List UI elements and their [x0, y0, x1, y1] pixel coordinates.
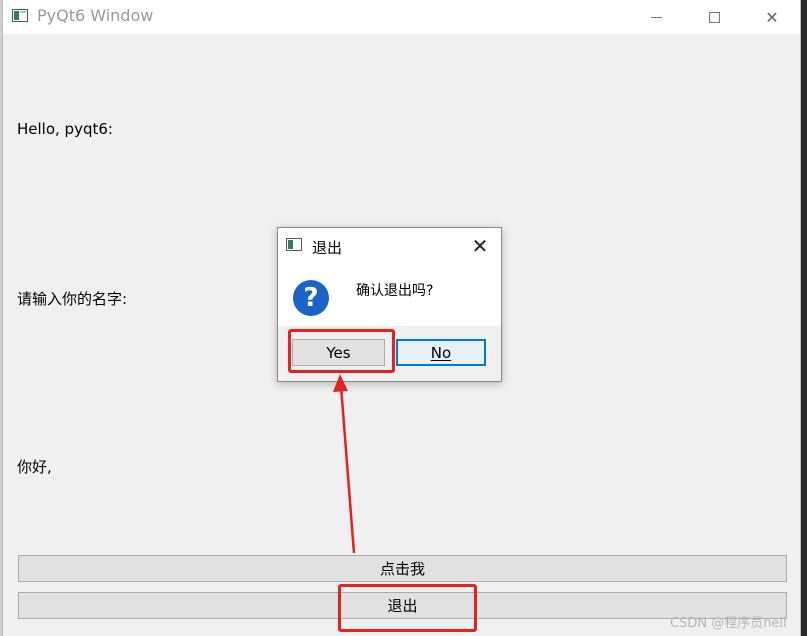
hello-label: Hello, pyqt6:: [17, 120, 113, 138]
greeting-label: 你好,: [17, 458, 52, 476]
dialog-app-icon: [286, 238, 302, 251]
name-prompt-label: 请输入你的名字:: [17, 290, 128, 308]
dialog-close-button[interactable]: ✕: [468, 234, 492, 258]
annotation-box-yes: [288, 329, 395, 373]
title-bar[interactable]: PyQt6 Window ✕: [3, 0, 800, 34]
maximize-button[interactable]: [691, 0, 737, 34]
dialog-message: 确认退出吗?: [356, 283, 434, 299]
watermark: CSDN @程序员nell: [670, 616, 787, 631]
close-icon: ✕: [765, 7, 779, 27]
desktop-right-edge: [801, 0, 807, 636]
minimize-button[interactable]: [633, 0, 679, 34]
question-icon: ?: [293, 280, 329, 316]
click-me-label: 点击我: [379, 560, 425, 578]
app-icon: [12, 9, 28, 22]
annotation-box-quit: [338, 584, 477, 632]
close-icon: ✕: [471, 234, 489, 258]
window-title: PyQt6 Window: [37, 6, 154, 25]
click-me-button[interactable]: 点击我: [18, 555, 787, 582]
no-button[interactable]: No: [396, 339, 486, 366]
dialog-title: 退出: [312, 239, 343, 257]
close-button[interactable]: ✕: [749, 0, 795, 34]
maximize-icon: [708, 11, 720, 23]
no-label: No: [430, 343, 452, 362]
minimize-icon: [650, 16, 662, 18]
dialog-body: 退出 ✕ ? 确认退出吗?: [278, 228, 501, 326]
